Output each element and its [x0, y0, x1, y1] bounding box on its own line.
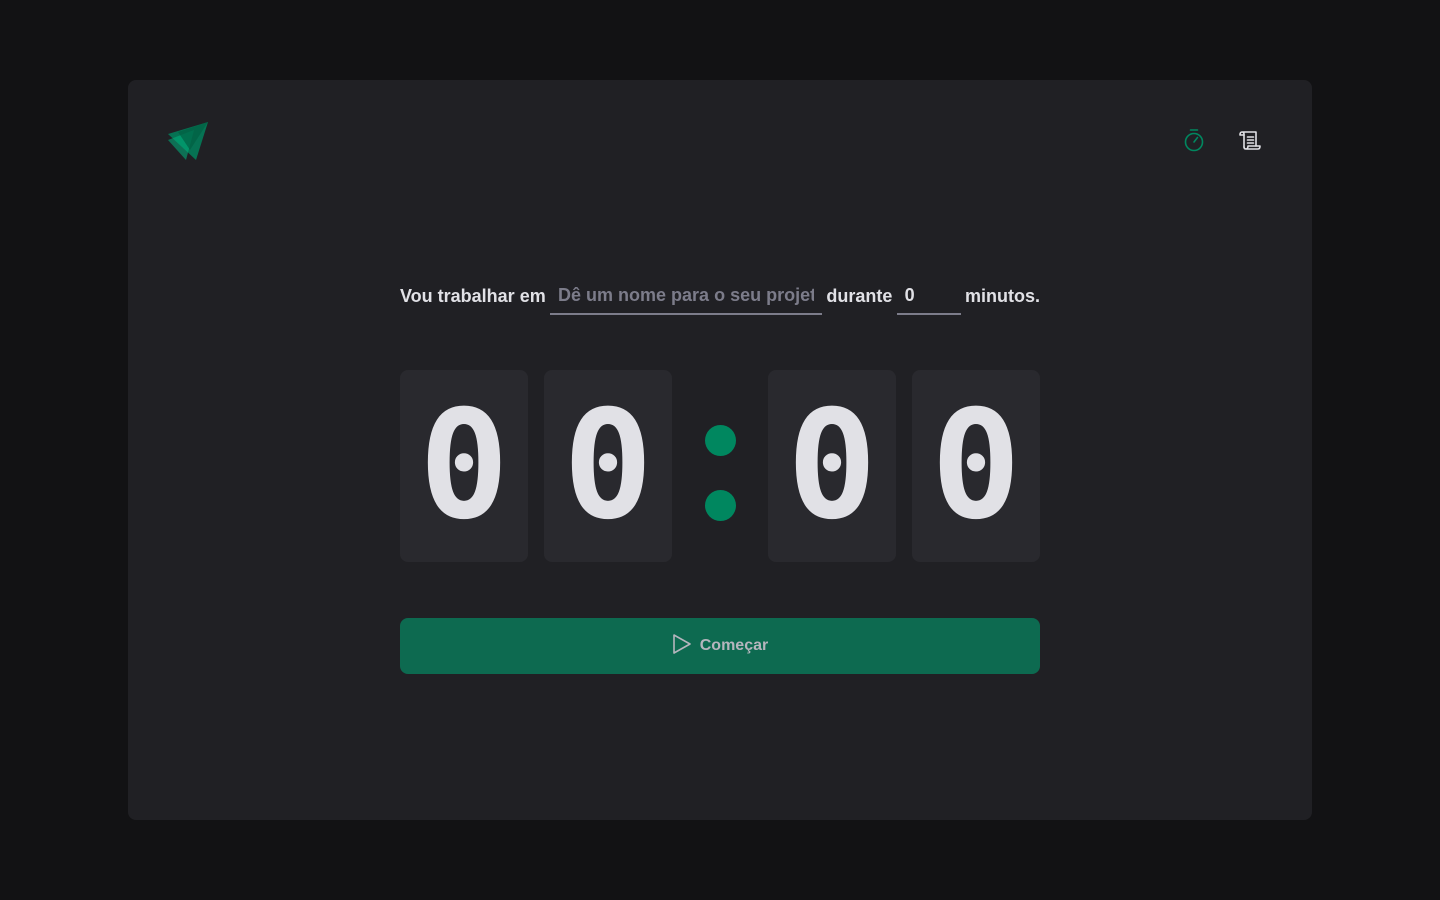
start-button-label: Começar: [699, 637, 769, 654]
minutes-input[interactable]: [896, 277, 961, 315]
nav-timer-link[interactable]: [1182, 128, 1206, 157]
minutes-tens-digit: 0: [400, 370, 528, 562]
separator-dot-top: [704, 425, 736, 456]
separator-dot-bottom: [704, 490, 736, 521]
minutes-suffix-label: minutos.: [964, 285, 1040, 306]
start-countdown-button[interactable]: Começar: [400, 618, 1040, 674]
header-nav: [1182, 128, 1262, 157]
task-name-input[interactable]: [550, 277, 823, 315]
task-prefix-label: Vou trabalhar em: [400, 285, 546, 306]
scroll-icon: [1238, 129, 1262, 156]
countdown-display: 0 0 0 0: [400, 370, 1040, 562]
timer-icon: [1183, 128, 1205, 157]
task-form: Vou trabalhar em durante minutos.: [400, 276, 1040, 316]
duration-label: durante: [826, 285, 893, 306]
minutes-ones-digit: 0: [544, 370, 672, 562]
play-icon: [672, 633, 692, 660]
time-separator: [688, 370, 752, 562]
logo-icon: [168, 120, 212, 164]
seconds-tens-digit: 0: [768, 370, 896, 562]
seconds-ones-digit: 0: [912, 370, 1040, 562]
app-container: Vou trabalhar em durante minutos. 0 0 0 …: [128, 80, 1312, 820]
nav-history-link[interactable]: [1238, 130, 1262, 154]
